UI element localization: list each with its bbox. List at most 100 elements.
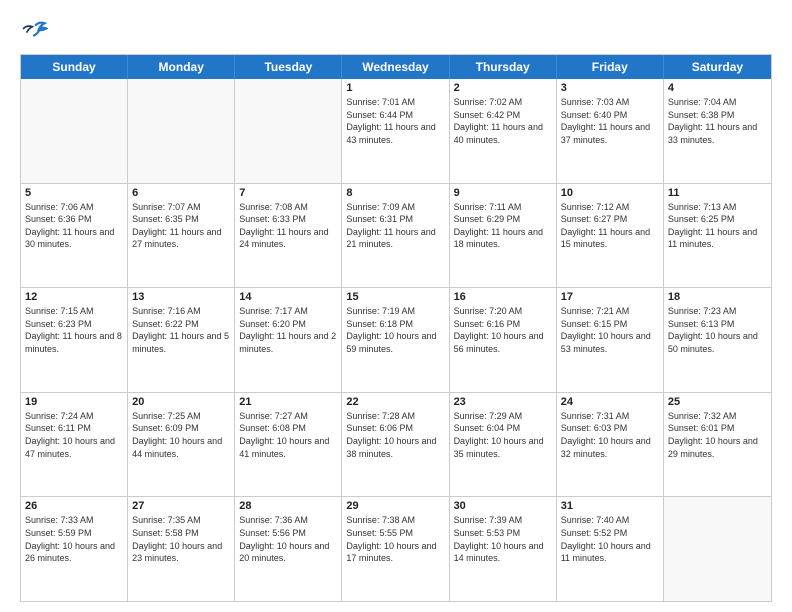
day-info: Sunrise: 7:25 AM Sunset: 6:09 PM Dayligh… (132, 410, 230, 460)
day-info: Sunrise: 7:15 AM Sunset: 6:23 PM Dayligh… (25, 305, 123, 355)
day-number: 22 (346, 396, 444, 408)
day-info: Sunrise: 7:28 AM Sunset: 6:06 PM Dayligh… (346, 410, 444, 460)
calendar-day-7: 7 Sunrise: 7:08 AM Sunset: 6:33 PM Daylig… (235, 184, 342, 288)
calendar-day-11: 11Sunrise: 7:13 AM Sunset: 6:25 PM Dayli… (664, 184, 771, 288)
calendar-day-17: 17 Sunrise: 7:21 AM Sunset: 6:15 PM Dayli… (557, 288, 664, 392)
calendar: SundayMondayTuesdayWednesdayThursdayFrid… (20, 54, 772, 602)
day-number: 19 (25, 396, 123, 408)
calendar-day-19: 19 Sunrise: 7:24 AM Sunset: 6:11 PM Dayli… (21, 393, 128, 497)
calendar-day-empty (128, 79, 235, 183)
day-number: 23 (454, 396, 552, 408)
day-number: 12 (25, 291, 123, 303)
calendar-day-6: 6 Sunrise: 7:07 AM Sunset: 6:35 PM Daylig… (128, 184, 235, 288)
day-number: 2 (454, 82, 552, 94)
calendar-day-21: 21 Sunrise: 7:27 AM Sunset: 6:08 PM Dayli… (235, 393, 342, 497)
calendar-day-9: 9Sunrise: 7:11 AM Sunset: 6:29 PM Daylig… (450, 184, 557, 288)
day-number: 6 (132, 187, 230, 199)
calendar-day-5: 5 Sunrise: 7:06 AM Sunset: 6:36 PM Daylig… (21, 184, 128, 288)
calendar-week-2: 5 Sunrise: 7:06 AM Sunset: 6:36 PM Daylig… (21, 183, 771, 288)
day-number: 26 (25, 500, 123, 512)
day-info: Sunrise: 7:07 AM Sunset: 6:35 PM Dayligh… (132, 201, 230, 251)
day-info: Sunrise: 7:23 AM Sunset: 6:13 PM Dayligh… (668, 305, 767, 355)
day-info: Sunrise: 7:08 AM Sunset: 6:33 PM Dayligh… (239, 201, 337, 251)
calendar-day-empty (664, 497, 771, 601)
calendar-day-10: 10 Sunrise: 7:12 AM Sunset: 6:27 PM Dayli… (557, 184, 664, 288)
day-info: Sunrise: 7:16 AM Sunset: 6:22 PM Dayligh… (132, 305, 230, 355)
calendar-day-29: 29 Sunrise: 7:38 AM Sunset: 5:55 PM Dayli… (342, 497, 449, 601)
day-info: Sunrise: 7:38 AM Sunset: 5:55 PM Dayligh… (346, 514, 444, 564)
day-number: 29 (346, 500, 444, 512)
day-number: 21 (239, 396, 337, 408)
day-info: Sunrise: 7:33 AM Sunset: 5:59 PM Dayligh… (25, 514, 123, 564)
day-number: 27 (132, 500, 230, 512)
calendar-body: 1 Sunrise: 7:01 AM Sunset: 6:44 PM Daylig… (21, 79, 771, 601)
calendar-day-24: 24 Sunrise: 7:31 AM Sunset: 6:03 PM Dayli… (557, 393, 664, 497)
day-info: Sunrise: 7:32 AM Sunset: 6:01 PM Dayligh… (668, 410, 767, 460)
day-of-week-monday: Monday (128, 55, 235, 79)
calendar-day-23: 23 Sunrise: 7:29 AM Sunset: 6:04 PM Dayli… (450, 393, 557, 497)
day-number: 7 (239, 187, 337, 199)
calendar-day-22: 22 Sunrise: 7:28 AM Sunset: 6:06 PM Dayli… (342, 393, 449, 497)
day-info: Sunrise: 7:24 AM Sunset: 6:11 PM Dayligh… (25, 410, 123, 460)
calendar-day-1: 1 Sunrise: 7:01 AM Sunset: 6:44 PM Daylig… (342, 79, 449, 183)
calendar-day-31: 31Sunrise: 7:40 AM Sunset: 5:52 PM Dayli… (557, 497, 664, 601)
day-number: 25 (668, 396, 767, 408)
calendar-week-4: 19 Sunrise: 7:24 AM Sunset: 6:11 PM Dayli… (21, 392, 771, 497)
calendar-week-1: 1 Sunrise: 7:01 AM Sunset: 6:44 PM Daylig… (21, 79, 771, 183)
day-info: Sunrise: 7:35 AM Sunset: 5:58 PM Dayligh… (132, 514, 230, 564)
day-number: 18 (668, 291, 767, 303)
day-info: Sunrise: 7:09 AM Sunset: 6:31 PM Dayligh… (346, 201, 444, 251)
calendar-week-5: 26 Sunrise: 7:33 AM Sunset: 5:59 PM Dayli… (21, 496, 771, 601)
calendar-day-empty (235, 79, 342, 183)
day-of-week-saturday: Saturday (664, 55, 771, 79)
calendar-day-12: 12 Sunrise: 7:15 AM Sunset: 6:23 PM Dayli… (21, 288, 128, 392)
calendar-header: SundayMondayTuesdayWednesdayThursdayFrid… (21, 55, 771, 79)
calendar-day-empty (21, 79, 128, 183)
calendar-day-25: 25 Sunrise: 7:32 AM Sunset: 6:01 PM Dayli… (664, 393, 771, 497)
day-number: 5 (25, 187, 123, 199)
day-info: Sunrise: 7:03 AM Sunset: 6:40 PM Dayligh… (561, 96, 659, 146)
day-info: Sunrise: 7:20 AM Sunset: 6:16 PM Dayligh… (454, 305, 552, 355)
day-of-week-sunday: Sunday (21, 55, 128, 79)
calendar-day-30: 30 Sunrise: 7:39 AM Sunset: 5:53 PM Dayli… (450, 497, 557, 601)
day-number: 16 (454, 291, 552, 303)
day-info: Sunrise: 7:29 AM Sunset: 6:04 PM Dayligh… (454, 410, 552, 460)
day-number: 10 (561, 187, 659, 199)
day-number: 1 (346, 82, 444, 94)
day-number: 31 (561, 500, 659, 512)
calendar-day-8: 8Sunrise: 7:09 AM Sunset: 6:31 PM Daylig… (342, 184, 449, 288)
day-number: 3 (561, 82, 659, 94)
day-info: Sunrise: 7:17 AM Sunset: 6:20 PM Dayligh… (239, 305, 337, 355)
day-number: 30 (454, 500, 552, 512)
calendar-day-3: 3 Sunrise: 7:03 AM Sunset: 6:40 PM Daylig… (557, 79, 664, 183)
calendar-day-2: 2 Sunrise: 7:02 AM Sunset: 6:42 PM Daylig… (450, 79, 557, 183)
calendar-week-3: 12 Sunrise: 7:15 AM Sunset: 6:23 PM Dayli… (21, 287, 771, 392)
day-info: Sunrise: 7:01 AM Sunset: 6:44 PM Dayligh… (346, 96, 444, 146)
day-info: Sunrise: 7:21 AM Sunset: 6:15 PM Dayligh… (561, 305, 659, 355)
calendar-day-4: 4Sunrise: 7:04 AM Sunset: 6:38 PM Daylig… (664, 79, 771, 183)
calendar-day-20: 20Sunrise: 7:25 AM Sunset: 6:09 PM Dayli… (128, 393, 235, 497)
day-info: Sunrise: 7:19 AM Sunset: 6:18 PM Dayligh… (346, 305, 444, 355)
header (20, 18, 772, 46)
day-of-week-friday: Friday (557, 55, 664, 79)
day-number: 15 (346, 291, 444, 303)
day-info: Sunrise: 7:02 AM Sunset: 6:42 PM Dayligh… (454, 96, 552, 146)
day-number: 28 (239, 500, 337, 512)
day-number: 17 (561, 291, 659, 303)
day-info: Sunrise: 7:39 AM Sunset: 5:53 PM Dayligh… (454, 514, 552, 564)
calendar-day-26: 26 Sunrise: 7:33 AM Sunset: 5:59 PM Dayli… (21, 497, 128, 601)
day-info: Sunrise: 7:13 AM Sunset: 6:25 PM Dayligh… (668, 201, 767, 251)
calendar-day-28: 28Sunrise: 7:36 AM Sunset: 5:56 PM Dayli… (235, 497, 342, 601)
day-info: Sunrise: 7:06 AM Sunset: 6:36 PM Dayligh… (25, 201, 123, 251)
calendar-day-16: 16 Sunrise: 7:20 AM Sunset: 6:16 PM Dayli… (450, 288, 557, 392)
logo-icon (20, 18, 48, 46)
day-of-week-wednesday: Wednesday (342, 55, 449, 79)
calendar-day-14: 14Sunrise: 7:17 AM Sunset: 6:20 PM Dayli… (235, 288, 342, 392)
day-number: 24 (561, 396, 659, 408)
day-info: Sunrise: 7:12 AM Sunset: 6:27 PM Dayligh… (561, 201, 659, 251)
day-info: Sunrise: 7:27 AM Sunset: 6:08 PM Dayligh… (239, 410, 337, 460)
day-info: Sunrise: 7:31 AM Sunset: 6:03 PM Dayligh… (561, 410, 659, 460)
calendar-day-18: 18 Sunrise: 7:23 AM Sunset: 6:13 PM Dayli… (664, 288, 771, 392)
day-number: 4 (668, 82, 767, 94)
page: SundayMondayTuesdayWednesdayThursdayFrid… (0, 0, 792, 612)
